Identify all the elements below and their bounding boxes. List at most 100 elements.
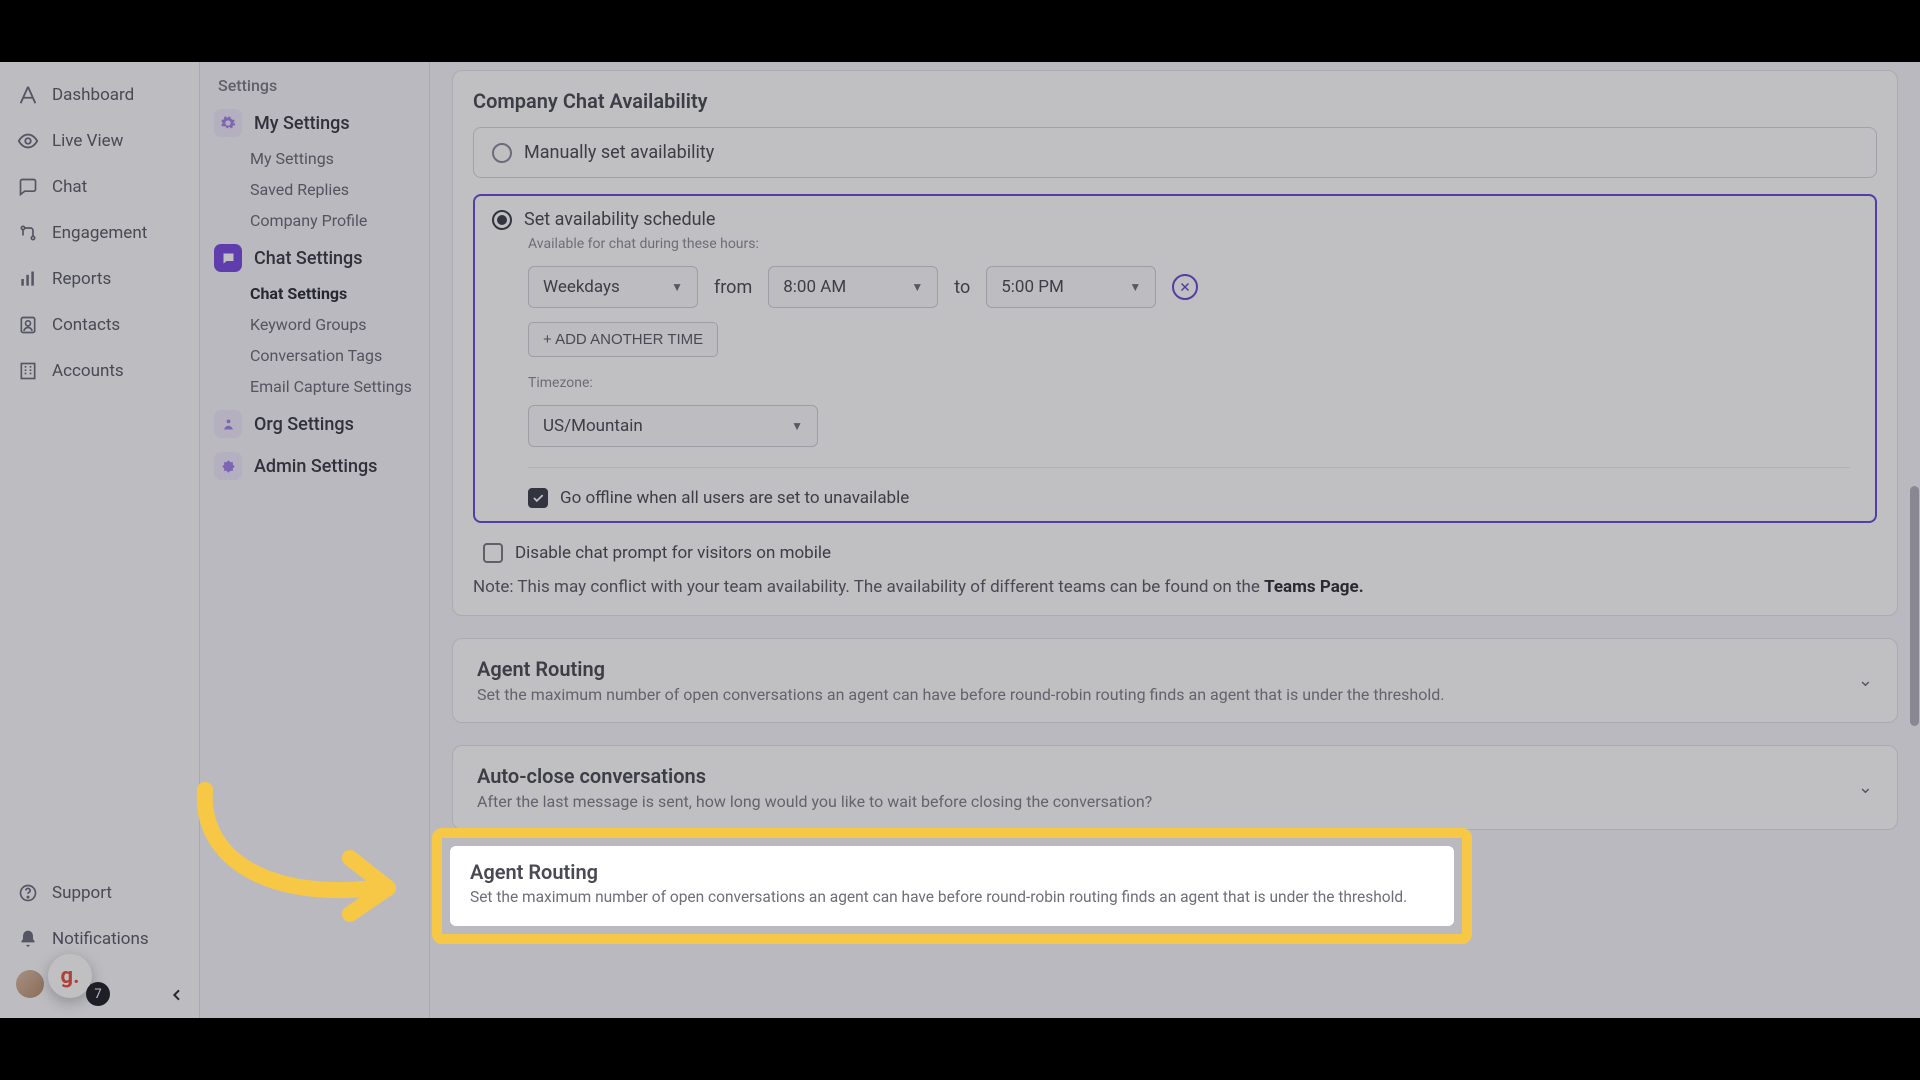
radio-checked-icon xyxy=(492,210,512,230)
teams-page-link[interactable]: Teams Page. xyxy=(1264,577,1364,597)
bell-icon xyxy=(16,927,40,951)
nav-accounts[interactable]: Accounts xyxy=(0,348,199,394)
agent-routing-accordion[interactable]: Agent Routing Set the maximum number of … xyxy=(452,638,1898,723)
accordion-desc: Set the maximum number of open conversat… xyxy=(477,685,1842,704)
route-icon xyxy=(16,221,40,245)
auto-close-accordion[interactable]: Auto-close conversations After the last … xyxy=(452,745,1898,830)
settings-heading: Settings xyxy=(214,76,415,95)
checkbox-checked-icon xyxy=(528,488,548,508)
admin-icon xyxy=(214,452,242,480)
chevron-down-icon: ⌄ xyxy=(1858,777,1873,798)
nav-chat[interactable]: Chat xyxy=(0,164,199,210)
primary-nav: Dashboard Live View Chat Engagement xyxy=(0,62,200,1018)
bar-chart-icon xyxy=(16,267,40,291)
chat-settings-icon xyxy=(214,244,242,272)
settings-group-my-settings[interactable]: My Settings xyxy=(214,109,415,137)
select-value: 8:00 AM xyxy=(783,277,846,297)
nav-label: Live View xyxy=(52,131,123,151)
help-icon xyxy=(16,881,40,905)
nav-label: Engagement xyxy=(52,223,147,243)
caret-down-icon: ▼ xyxy=(1129,280,1141,294)
settings-sub-saved-replies[interactable]: Saved Replies xyxy=(214,180,415,199)
caret-down-icon: ▼ xyxy=(791,419,803,433)
caret-down-icon: ▼ xyxy=(671,280,683,294)
add-another-time-button[interactable]: + ADD ANOTHER TIME xyxy=(528,322,718,357)
nav-label: Contacts xyxy=(52,315,120,335)
settings-group-org-settings[interactable]: Org Settings xyxy=(214,410,415,438)
weekday-select[interactable]: Weekdays ▼ xyxy=(528,266,698,308)
to-time-select[interactable]: 5:00 PM ▼ xyxy=(986,266,1156,308)
settings-sub-chat-settings[interactable]: Chat Settings xyxy=(214,284,415,303)
nav-reports[interactable]: Reports xyxy=(0,256,199,302)
eye-icon xyxy=(16,129,40,153)
caret-down-icon: ▼ xyxy=(911,280,923,294)
chevron-down-icon: ⌄ xyxy=(1858,670,1873,691)
settings-group-admin-settings[interactable]: Admin Settings xyxy=(214,452,415,480)
go-offline-checkbox-row[interactable]: Go offline when all users are set to una… xyxy=(528,488,1850,508)
select-value: Weekdays xyxy=(543,277,620,297)
settings-sub-company-profile[interactable]: Company Profile xyxy=(214,211,415,230)
nav-label: Reports xyxy=(52,269,111,289)
availability-option-manual[interactable]: Manually set availability xyxy=(473,127,1877,178)
nav-engagement[interactable]: Engagement xyxy=(0,210,199,256)
avatar xyxy=(16,970,44,998)
disable-mobile-checkbox-row[interactable]: Disable chat prompt for visitors on mobi… xyxy=(483,543,1873,563)
checkbox-unchecked-icon xyxy=(483,543,503,563)
scrollbar-thumb[interactable] xyxy=(1910,486,1919,726)
teams-note: Note: This may conflict with your team a… xyxy=(473,577,1877,597)
company-availability-card: Company Chat Availability Manually set a… xyxy=(452,70,1898,616)
recorder-count-badge: 7 xyxy=(86,982,110,1006)
from-label: from xyxy=(714,277,752,298)
radio-unchecked-icon xyxy=(492,143,512,163)
divider xyxy=(528,467,1850,468)
accordion-title: Agent Routing xyxy=(477,657,1842,681)
nav-label: Chat xyxy=(52,177,87,197)
org-icon xyxy=(214,410,242,438)
hours-heading: Available for chat during these hours: xyxy=(528,236,1850,252)
checkbox-label: Go offline when all users are set to una… xyxy=(560,488,909,508)
availability-option-schedule[interactable]: Set availability schedule Available for … xyxy=(473,194,1877,523)
building-icon xyxy=(16,359,40,383)
chat-icon xyxy=(16,175,40,199)
timezone-label: Timezone: xyxy=(528,375,1850,391)
nav-dashboard[interactable]: Dashboard xyxy=(0,72,199,118)
collapse-nav-button[interactable] xyxy=(169,987,185,1008)
contact-icon xyxy=(16,313,40,337)
nav-label: Support xyxy=(52,883,112,903)
select-value: 5:00 PM xyxy=(1001,277,1064,297)
nav-support[interactable]: Support xyxy=(0,870,199,916)
accordion-desc: After the last message is sent, how long… xyxy=(477,792,1842,811)
nav-notifications[interactable]: Notifications xyxy=(0,916,199,962)
card-title: Company Chat Availability xyxy=(473,89,1877,113)
group-label: Admin Settings xyxy=(254,456,377,477)
nav-label: Accounts xyxy=(52,361,124,381)
x-icon xyxy=(1179,281,1191,293)
chevron-left-icon xyxy=(169,987,185,1003)
gear-icon xyxy=(214,109,242,137)
logo-icon xyxy=(16,83,40,107)
settings-sub-my-settings[interactable]: My Settings xyxy=(214,149,415,168)
select-value: US/Mountain xyxy=(543,416,643,436)
remove-time-row-button[interactable] xyxy=(1172,274,1198,300)
settings-sub-email-capture[interactable]: Email Capture Settings xyxy=(214,377,415,396)
group-label: My Settings xyxy=(254,113,350,134)
accordion-title: Auto-close conversations xyxy=(477,764,1842,788)
group-label: Org Settings xyxy=(254,414,354,435)
group-label: Chat Settings xyxy=(254,248,363,269)
from-time-select[interactable]: 8:00 AM ▼ xyxy=(768,266,938,308)
settings-sub-conversation-tags[interactable]: Conversation Tags xyxy=(214,346,415,365)
settings-group-chat-settings[interactable]: Chat Settings xyxy=(214,244,415,272)
content-area: Company Chat Availability Manually set a… xyxy=(430,62,1920,1018)
check-icon xyxy=(531,491,545,505)
nav-live-view[interactable]: Live View xyxy=(0,118,199,164)
settings-sub-keyword-groups[interactable]: Keyword Groups xyxy=(214,315,415,334)
settings-nav: Settings My Settings My Settings Saved R… xyxy=(200,62,430,1018)
checkbox-label: Disable chat prompt for visitors on mobi… xyxy=(515,543,831,563)
option-label: Manually set availability xyxy=(524,142,714,163)
nav-label: Dashboard xyxy=(52,85,134,105)
timezone-select[interactable]: US/Mountain ▼ xyxy=(528,405,818,447)
nav-label: Notifications xyxy=(52,929,149,949)
to-label: to xyxy=(954,277,970,298)
option-label: Set availability schedule xyxy=(524,209,715,230)
nav-contacts[interactable]: Contacts xyxy=(0,302,199,348)
